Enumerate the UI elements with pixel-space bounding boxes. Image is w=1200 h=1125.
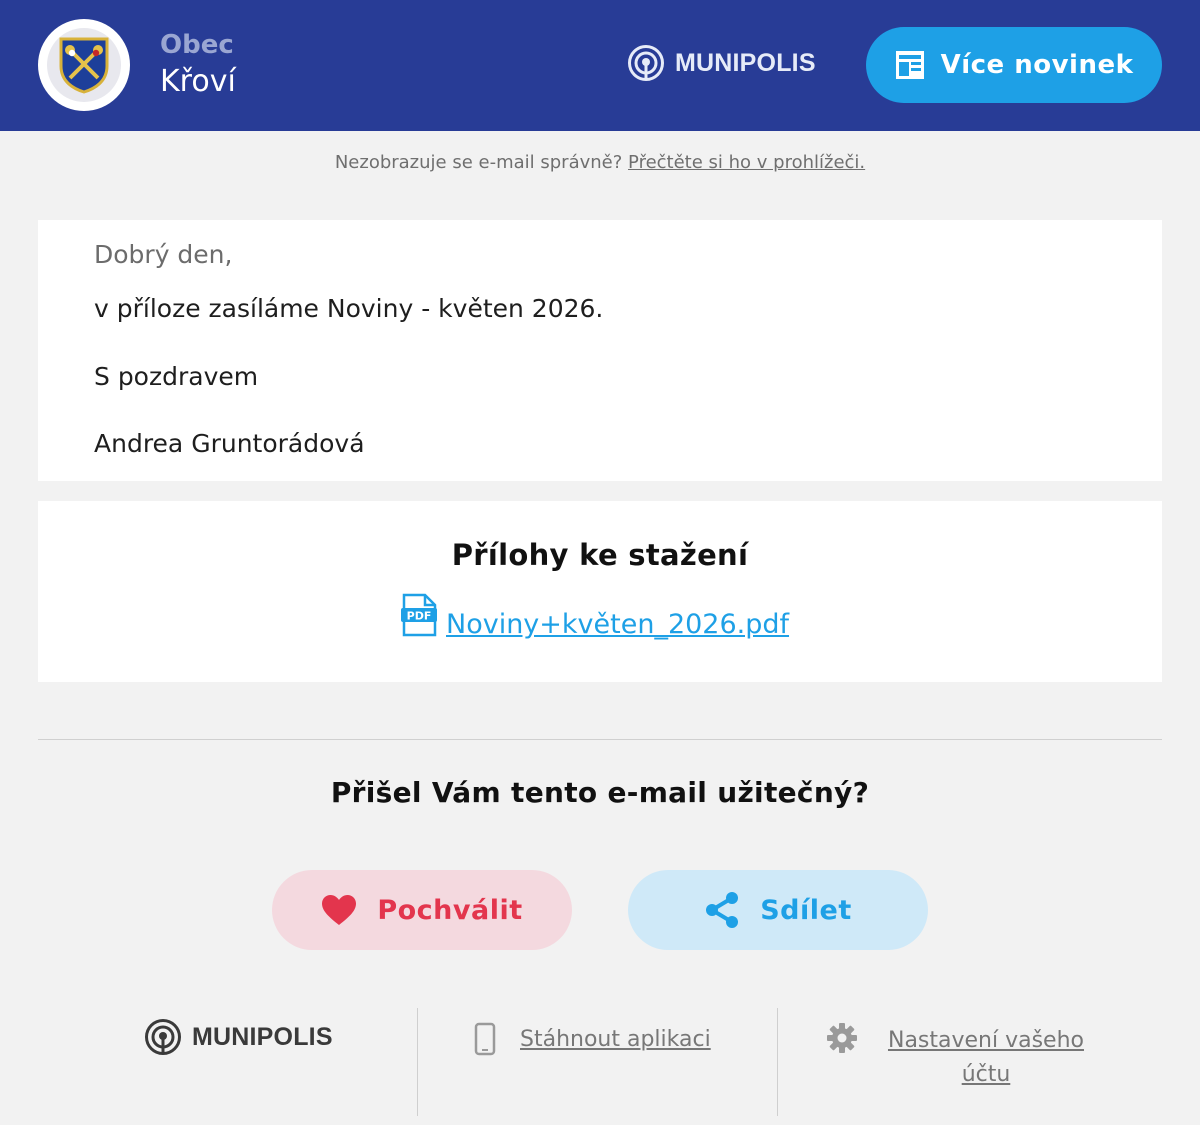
munipolis-footer-logo[interactable]: MUNIPOLIS [144,1018,333,1056]
attachment-file-name[interactable]: Noviny+květen_2026.pdf [446,609,789,640]
more-news-label: Více novinek [940,50,1134,80]
attachments-card: Přílohy ke stažení PDF Noviny+květen_202… [38,501,1162,682]
footer-separator [417,1008,418,1116]
email-header: Obec Křoví MUNIPOLIS Více novinek [0,0,1200,131]
notice-text: Nezobrazuje se e-mail správně? [334,152,623,173]
account-settings-link[interactable]: Nastavení vašeho účtu [876,1024,1096,1092]
municipality-crest-icon [59,37,109,94]
closing-text: S pozdravem [94,362,259,391]
newspaper-icon [895,51,924,79]
pdf-file-icon: PDF [401,593,437,637]
share-button[interactable]: Sdílet [628,870,928,950]
munipolis-footer-wordmark: MUNIPOLIS [192,1022,333,1051]
attachment-link[interactable]: PDF Noviny+květen_2026.pdf [400,593,789,640]
section-divider [38,739,1162,740]
footer-separator [777,1008,778,1116]
svg-text:PDF: PDF [407,610,432,623]
more-news-button[interactable]: Více novinek [866,27,1162,103]
municipality-name: Křoví [160,64,236,99]
greeting-text: Dobrý den, [94,240,233,269]
municipality-logo[interactable] [38,19,130,111]
browser-notice: Nezobrazuje se e-mail správně? Přečtěte … [0,152,1200,173]
smartphone-icon [474,1022,496,1056]
munipolis-logo-icon [628,45,664,81]
heart-icon [322,895,357,925]
attachments-title: Přílohy ke stažení [451,538,749,572]
municipality-prefix: Obec [160,30,234,60]
munipolis-logo-icon [145,1019,181,1055]
message-card: Dobrý den, v příloze zasíláme Noviny - k… [38,220,1162,481]
munipolis-header-logo[interactable]: MUNIPOLIS [627,44,816,82]
message-body: v příloze zasíláme Noviny - květen 2026. [94,294,604,323]
praise-label: Pochválit [377,894,523,926]
feedback-question: Přišel Vám tento e-mail užitečný? [330,776,870,809]
share-label: Sdílet [760,894,852,926]
view-in-browser-link[interactable]: Přečtěte si ho v prohlížeči. [628,152,865,173]
share-icon [706,892,739,928]
download-app-link[interactable]: Stáhnout aplikaci [474,1022,711,1056]
praise-button[interactable]: Pochválit [272,870,572,950]
download-app-label[interactable]: Stáhnout aplikaci [520,1027,711,1052]
signature-text: Andrea Gruntorádová [94,429,365,458]
gear-icon [827,1023,857,1053]
munipolis-wordmark: MUNIPOLIS [675,48,816,77]
